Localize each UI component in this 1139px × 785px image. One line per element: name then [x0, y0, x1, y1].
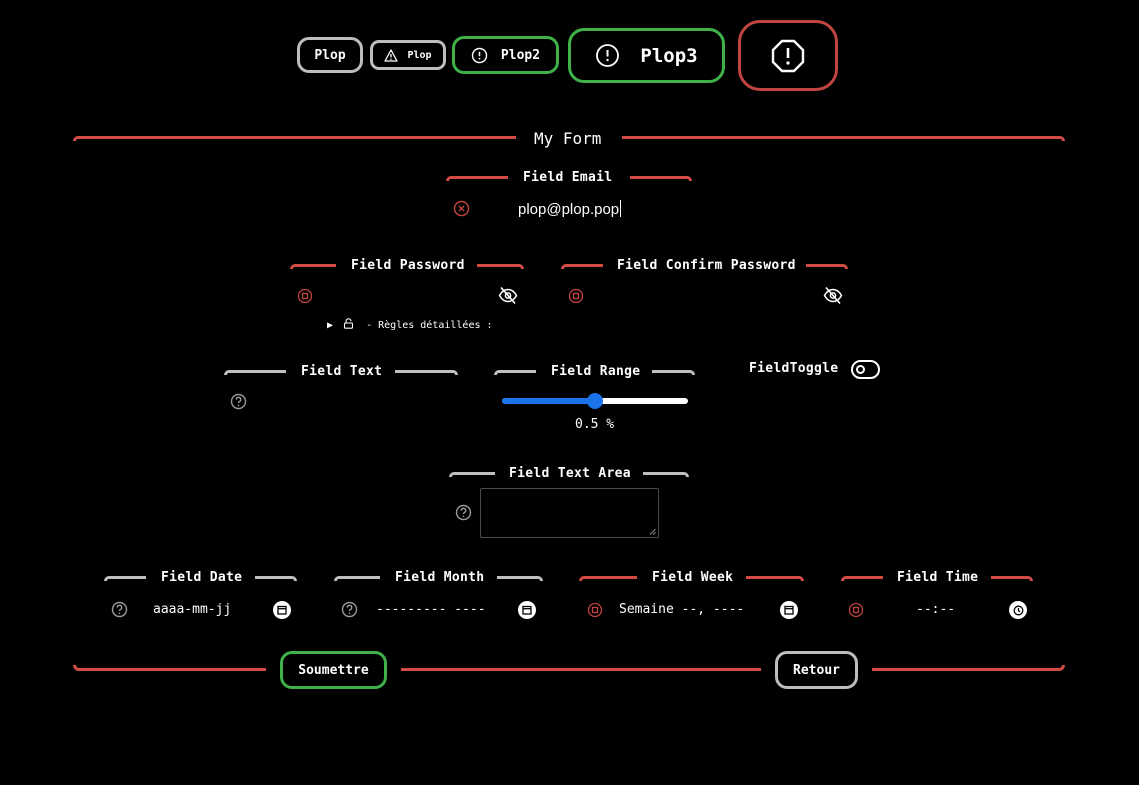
warning-triangle-icon — [384, 48, 399, 62]
back-button-label: Retour — [793, 662, 840, 678]
alert-button[interactable] — [738, 20, 838, 91]
eye-off-icon[interactable] — [823, 286, 843, 309]
eye-off-icon[interactable] — [498, 286, 518, 309]
password-frame-left — [290, 264, 336, 269]
form-frame-bottom-right — [872, 665, 1065, 671]
textarea-input[interactable] — [480, 488, 659, 538]
textarea-frame-right — [643, 472, 689, 477]
month-input[interactable]: --------- ---- — [376, 602, 486, 617]
textarea-frame-left — [449, 472, 495, 477]
octagon-alert-icon — [770, 38, 806, 74]
textarea-legend: Field Text Area — [509, 466, 631, 481]
toggle-knob — [856, 365, 865, 374]
submit-button-label: Soumettre — [298, 662, 369, 678]
confirm-password-frame-left — [561, 264, 603, 269]
question-circle-icon — [230, 393, 247, 414]
text-frame-left — [224, 370, 286, 375]
range-frame-left — [494, 370, 536, 375]
clock-icon[interactable] — [1009, 601, 1027, 619]
disclosure-triangle-icon: ▶ — [327, 320, 334, 331]
week-legend: Field Week — [652, 570, 734, 585]
exclamation-circle-icon — [595, 43, 620, 68]
back-button[interactable]: Retour — [775, 651, 858, 689]
field-toggle[interactable] — [851, 360, 880, 379]
date-frame-right — [255, 576, 297, 581]
range-slider[interactable] — [502, 393, 688, 409]
text-frame-right — [395, 370, 458, 375]
time-input[interactable]: --:-- — [916, 602, 955, 617]
email-frame-left — [446, 176, 508, 181]
email-frame-right — [630, 176, 692, 181]
calendar-icon[interactable] — [518, 601, 536, 619]
plop3-button-label: Plop3 — [640, 44, 698, 67]
confirm-password-input[interactable] — [582, 286, 817, 306]
text-input[interactable] — [252, 391, 452, 411]
password-rules-label: - Règles détaillées : — [366, 320, 493, 331]
time-frame-right — [991, 576, 1033, 581]
time-frame-left — [841, 576, 883, 581]
plop-warning-button-label: Plop — [407, 49, 432, 61]
form-frame-top-left — [73, 136, 516, 141]
form-frame-top-right — [622, 136, 1065, 141]
plop2-button-label: Plop2 — [500, 47, 541, 63]
password-rules-toggle[interactable]: ▶ - Règles détaillées : — [327, 318, 493, 332]
exclamation-circle-icon — [471, 47, 488, 64]
text-legend: Field Text — [301, 364, 383, 379]
text-cursor — [620, 200, 622, 217]
question-circle-icon — [455, 504, 472, 525]
confirm-password-legend: Field Confirm Password — [617, 258, 796, 273]
question-circle-icon — [341, 601, 358, 622]
date-frame-left — [104, 576, 146, 581]
time-legend: Field Time — [897, 570, 979, 585]
square-circle-icon — [848, 602, 864, 622]
week-frame-left — [579, 576, 637, 581]
range-fill — [502, 398, 595, 404]
form-title: My Form — [534, 129, 602, 148]
form-frame-bottom-left — [73, 665, 266, 671]
calendar-icon[interactable] — [780, 601, 798, 619]
question-circle-icon — [111, 601, 128, 622]
email-legend: Field Email — [523, 170, 613, 185]
range-legend: Field Range — [551, 364, 641, 379]
month-legend: Field Month — [395, 570, 485, 585]
week-frame-right — [746, 576, 804, 581]
range-value-label: 0.5 % — [575, 417, 615, 432]
plop-button-label: Plop — [314, 47, 346, 63]
month-frame-right — [497, 576, 543, 581]
email-input-value: plop@plop.pop — [518, 201, 620, 218]
calendar-icon[interactable] — [273, 601, 291, 619]
password-legend: Field Password — [351, 258, 465, 273]
confirm-password-frame-right — [806, 264, 848, 269]
plop-button[interactable]: Plop — [297, 37, 363, 73]
plop3-button[interactable]: Plop3 — [568, 28, 725, 83]
plop-warning-button[interactable]: Plop — [370, 40, 446, 70]
month-frame-left — [334, 576, 380, 581]
date-input[interactable]: aaaa-mm-jj — [153, 602, 231, 617]
submit-button[interactable]: Soumettre — [280, 651, 387, 689]
password-frame-right — [477, 264, 524, 269]
x-circle-icon — [453, 200, 470, 221]
square-circle-icon — [587, 602, 603, 622]
range-thumb[interactable] — [587, 393, 603, 409]
date-legend: Field Date — [161, 570, 243, 585]
email-input[interactable]: plop@plop.pop — [518, 200, 622, 218]
toggle-label: FieldToggle — [749, 361, 839, 376]
resize-handle-icon[interactable] — [649, 528, 656, 535]
week-input[interactable]: Semaine --, ---- — [619, 602, 744, 617]
range-frame-right — [652, 370, 695, 375]
form-frame-bottom-middle — [401, 668, 761, 671]
plop2-button[interactable]: Plop2 — [452, 36, 559, 74]
lock-icon — [343, 318, 354, 332]
password-input[interactable] — [310, 286, 490, 306]
